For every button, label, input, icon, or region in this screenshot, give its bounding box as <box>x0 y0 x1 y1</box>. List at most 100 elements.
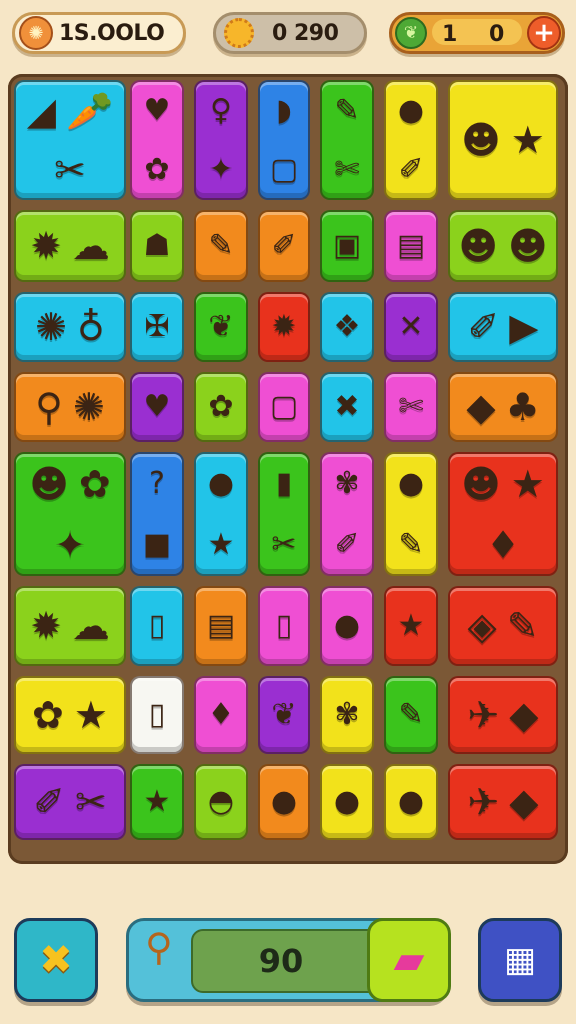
board-tile[interactable]: ● ✎ <box>384 452 438 576</box>
board-tile[interactable]: ● ✐ <box>384 80 438 200</box>
tile-item-icon: ■ <box>142 526 172 562</box>
tile-item-icon: ◗ <box>276 92 292 128</box>
tile-item-icon: ★ <box>207 526 235 562</box>
board-tile[interactable]: ✿ ★ <box>14 676 126 754</box>
board-tile[interactable]: ♥ <box>130 372 184 442</box>
board-tile[interactable]: ☻ ★ ♦ <box>448 452 558 576</box>
board-tile[interactable]: ❖ <box>320 292 374 362</box>
tile-item-icon: ☻ <box>458 224 498 268</box>
add-energy-button[interactable]: + <box>527 16 561 50</box>
board-tile[interactable]: ★ <box>130 764 184 840</box>
tile-item-icon: ✺ <box>35 305 67 349</box>
board-tile[interactable]: ☗ <box>130 210 184 282</box>
tile-item-icon: ✕ <box>398 309 424 344</box>
board-tile[interactable]: ✐ <box>258 210 310 282</box>
board-tile[interactable]: ◗ ▢ <box>258 80 310 200</box>
board-tile[interactable]: ● <box>320 586 374 666</box>
tile-item-icon: ♥ <box>143 92 171 128</box>
shuffle-button[interactable]: ✖ <box>14 918 98 1002</box>
tile-item-icon: ❖ <box>333 309 361 344</box>
board-tile[interactable]: ▤ <box>194 586 248 666</box>
board-tile[interactable]: ✖ <box>320 372 374 442</box>
eraser-button[interactable]: ▰ <box>367 918 451 1002</box>
key-icon[interactable]: ⚲ <box>145 925 173 969</box>
coin-count: 1S.OOLO <box>59 20 165 46</box>
board-tile[interactable]: ♀ ✦ <box>194 80 248 200</box>
board-tile[interactable]: ◈ ✎ <box>448 586 558 666</box>
board-tile[interactable]: ✎ <box>194 210 248 282</box>
board-tile[interactable]: ● <box>320 764 374 840</box>
menu-button[interactable]: ▦ <box>478 918 562 1002</box>
tile-item-icon: ◆ <box>509 780 539 824</box>
tile-item-icon: ▢ <box>269 389 299 424</box>
tile-item-icon: ✎ <box>506 604 539 648</box>
board-tile[interactable]: ✾ ✐ <box>320 452 374 576</box>
board-tile[interactable]: ✐ ✂ <box>14 764 126 840</box>
tile-item-icon: ✐ <box>467 305 500 349</box>
tile-item-icon: ▢ <box>269 151 299 187</box>
sun-icon <box>224 18 254 48</box>
tile-item-icon: ◆ <box>509 693 539 737</box>
board-tile[interactable]: ☻ ✿ ✦ <box>14 452 126 576</box>
tile-item-icon: ♥ <box>143 389 171 424</box>
board-tile[interactable]: ✹ ☁ <box>14 210 126 282</box>
board-tile[interactable]: ♦ <box>194 676 248 754</box>
board-tile[interactable]: ✠ <box>130 292 184 362</box>
tile-item-icon: ▯ <box>148 697 166 732</box>
board-tile[interactable]: ▯ <box>258 586 310 666</box>
tile-item-icon: ✎ <box>398 697 424 732</box>
tile-item-icon: ◆ <box>466 385 496 429</box>
board-tile[interactable]: ▯ <box>130 676 184 754</box>
board-tile[interactable]: ❦ <box>258 676 310 754</box>
tile-item-icon: ★ <box>143 784 171 819</box>
board-tile[interactable]: ✿ <box>194 372 248 442</box>
board-tile[interactable]: ✾ <box>320 676 374 754</box>
board-tile[interactable]: ✺ ♁ <box>14 292 126 362</box>
board-tile[interactable]: ♥ ✿ <box>130 80 184 200</box>
board-tile[interactable]: ▤ <box>384 210 438 282</box>
board-tile[interactable]: ▮ ✂ <box>258 452 310 576</box>
board-tile[interactable]: ◆ ♣ <box>448 372 558 442</box>
board-tile[interactable]: ✈ ◆ <box>448 676 558 754</box>
board-tile[interactable]: ◓ <box>194 764 248 840</box>
tile-item-icon: ▶ <box>509 305 539 349</box>
hint-count: 90 <box>258 942 304 980</box>
energy-counter: ❦ 1 0 + <box>389 12 565 54</box>
board-tile[interactable]: ✐ ▶ <box>448 292 558 362</box>
tile-item-icon: ✿ <box>144 151 170 187</box>
board-tile[interactable]: ✈ ◆ <box>448 764 558 840</box>
grid-menu-icon: ▦ <box>503 940 537 980</box>
board-tile[interactable]: ✕ <box>384 292 438 362</box>
board-tile[interactable]: ▢ <box>258 372 310 442</box>
tile-item-icon: ● <box>333 608 361 643</box>
board-tile[interactable]: ✹ <box>258 292 310 362</box>
leaf-icon: ❦ <box>395 17 427 49</box>
board-tile[interactable]: ☻ ★ <box>448 80 558 200</box>
board-tile[interactable]: ● <box>384 764 438 840</box>
board-tile[interactable]: ? ■ <box>130 452 184 576</box>
board-tile[interactable]: ✄ <box>384 372 438 442</box>
board-tile[interactable]: ☻ ☻ <box>448 210 558 282</box>
energy-left-value: 1 <box>442 22 457 47</box>
shuffle-icon: ✖ <box>39 937 73 983</box>
tile-item-icon: ✄ <box>398 389 424 424</box>
board-tile[interactable]: ▯ <box>130 586 184 666</box>
tile-item-icon: ★ <box>510 118 545 162</box>
board-tile[interactable]: ⚲ ✺ <box>14 372 126 442</box>
coin-icon: ✺ <box>19 16 53 50</box>
board-tile[interactable]: ✎ <box>384 676 438 754</box>
tile-item-icon: ✺ <box>73 385 105 429</box>
tile-item-icon: ✦ <box>54 522 86 567</box>
board-tile[interactable]: ✎ ✄ <box>320 80 374 200</box>
board-tile[interactable]: ◢ 🥕 ✂ <box>14 80 126 200</box>
coin-counter: ✺ 1S.OOLO <box>12 12 186 54</box>
top-hud: ✺ 1S.OOLO 0 290 ❦ 1 0 + <box>0 0 576 70</box>
board-tile[interactable]: ▣ <box>320 210 374 282</box>
board-tile[interactable]: ● <box>258 764 310 840</box>
board-tile[interactable]: ● ★ <box>194 452 248 576</box>
board-tile[interactable]: ❦ <box>194 292 248 362</box>
tile-item-icon: ✂ <box>75 780 107 824</box>
board-tile[interactable]: ✹ ☁ <box>14 586 126 666</box>
tile-item-icon: ✎ <box>398 526 424 562</box>
board-tile[interactable]: ★ <box>384 586 438 666</box>
